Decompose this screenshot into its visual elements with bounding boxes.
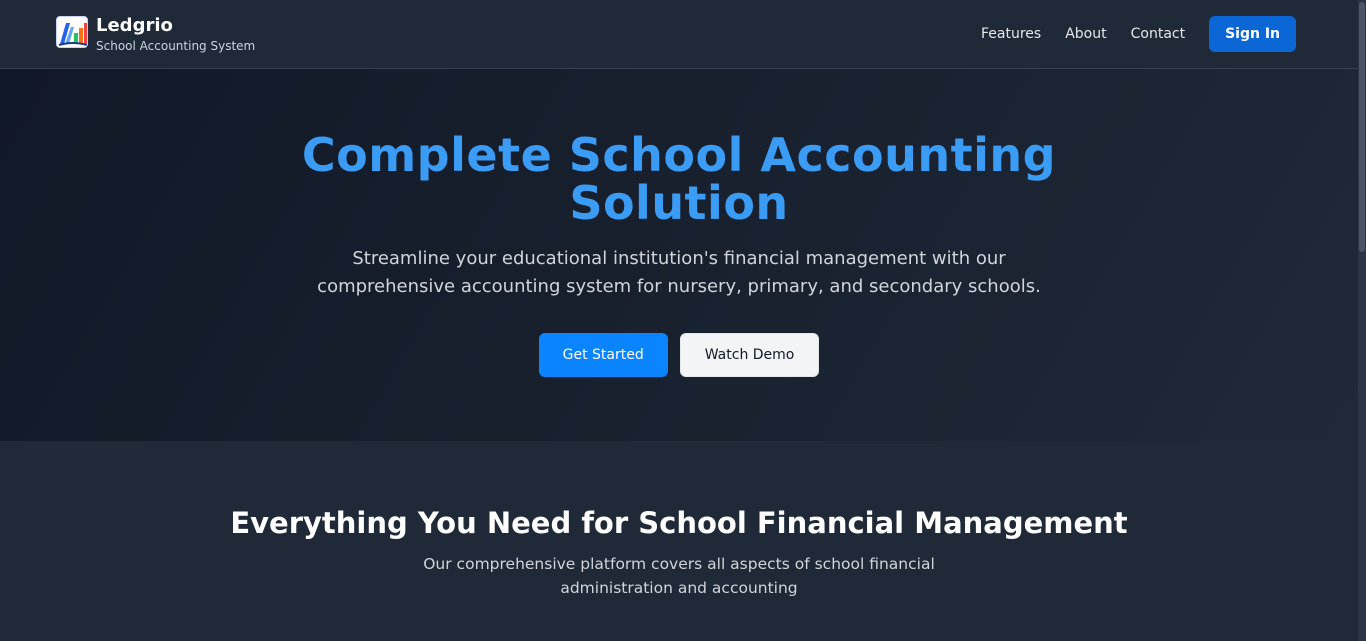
brand-tagline: School Accounting System — [96, 39, 256, 53]
brand[interactable]: Ledgrio School Accounting System — [56, 15, 256, 54]
brand-name: Ledgrio — [96, 15, 173, 36]
hero-title: Complete School Accounting Solution — [0, 131, 1358, 227]
features-section: Everything You Need for School Financial… — [0, 441, 1358, 641]
features-title: Everything You Need for School Financial… — [230, 506, 1128, 540]
sign-in-button[interactable]: Sign In — [1209, 16, 1296, 52]
nav-link-about[interactable]: About — [1065, 16, 1106, 52]
page-scrollbar[interactable] — [1358, 0, 1366, 641]
hero-title-line-1: Complete School Accounting — [301, 128, 1057, 182]
site-header: Ledgrio School Accounting System Feature… — [0, 0, 1358, 69]
hero-title-line-2: Solution — [569, 176, 789, 230]
hero-subtitle-line-2: comprehensive accounting system for nurs… — [317, 276, 1041, 297]
get-started-button[interactable]: Get Started — [538, 333, 668, 377]
features-subtitle-line-2: administration and accounting — [560, 579, 798, 597]
hero-cta-group: Get Started Watch Demo — [0, 333, 1358, 377]
scrollbar-thumb[interactable] — [1359, 2, 1365, 252]
hero-section: Complete School Accounting Solution Stre… — [0, 69, 1358, 441]
nav-link-contact[interactable]: Contact — [1131, 16, 1185, 52]
features-subtitle: Our comprehensive platform covers all as… — [0, 552, 1358, 600]
landing-page: Ledgrio School Accounting System Feature… — [0, 0, 1366, 641]
hero-subtitle-line-1: Streamline your educational institution'… — [352, 248, 1006, 269]
nav-link-features[interactable]: Features — [981, 16, 1041, 52]
watch-demo-button[interactable]: Watch Demo — [679, 333, 820, 377]
hero-subtitle: Streamline your educational institution'… — [0, 245, 1358, 301]
features-subtitle-line-1: Our comprehensive platform covers all as… — [423, 555, 935, 573]
main-nav: Features About Contact Sign In — [981, 16, 1296, 52]
brand-text: Ledgrio School Accounting System — [96, 15, 256, 54]
ledger-chart-logo-icon — [56, 16, 88, 48]
